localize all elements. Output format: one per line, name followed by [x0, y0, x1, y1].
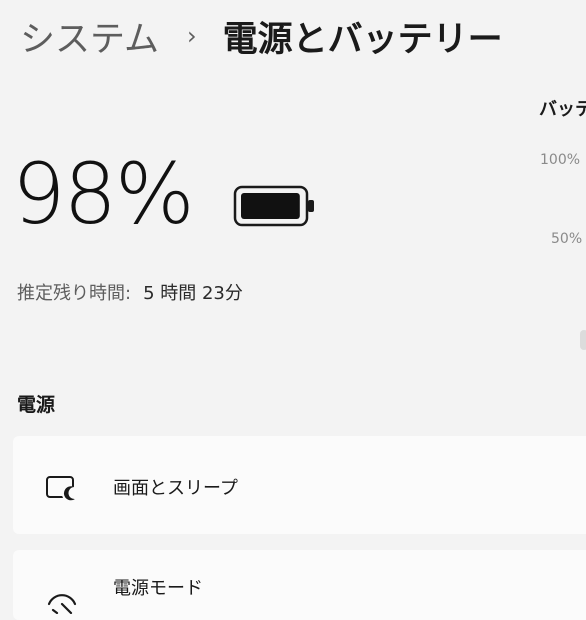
battery-terminal [308, 200, 314, 212]
power-mode-icon [47, 594, 77, 614]
chart-bar-edge [580, 330, 586, 350]
chart-tick-100: 100% [540, 152, 581, 168]
screen-sleep-label: 画面とスリープ [113, 478, 238, 499]
screen-sleep-icon [46, 476, 78, 502]
remaining-time: 推定残り時間: 5 時間 23分 [17, 279, 243, 305]
power-mode-setting[interactable]: 電源モード [13, 550, 586, 620]
chart-tick-50: 50% [551, 231, 583, 247]
power-mode-label: 電源モード [113, 578, 203, 599]
breadcrumb: システム › 電源とバッテリー [20, 8, 503, 64]
battery-icon [233, 185, 314, 227]
remaining-time-label: 推定残り時間: [17, 283, 132, 304]
chevron-right-icon: › [186, 22, 197, 50]
power-section-title: 電源 [17, 394, 56, 416]
battery-fill [241, 193, 300, 219]
battery-chart-title: バッテ [539, 99, 586, 120]
page-title: 電源とバッテリー [222, 19, 503, 60]
breadcrumb-system-link[interactable]: システム [20, 11, 159, 62]
screen-sleep-setting[interactable]: 画面とスリープ [13, 436, 586, 534]
battery-percentage: 98% [12, 145, 195, 243]
remaining-time-value: 5 時間 23分 [143, 283, 243, 304]
